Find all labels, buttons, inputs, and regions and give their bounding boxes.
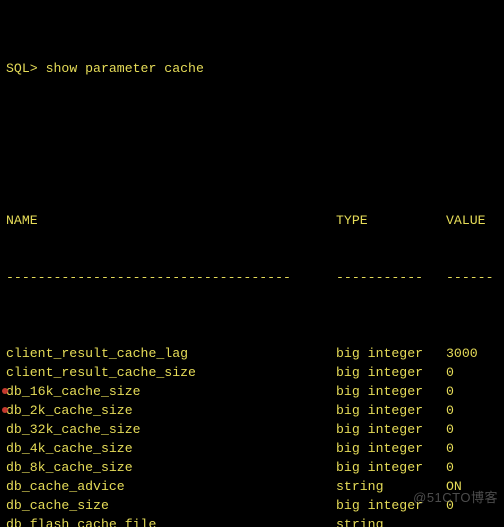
separator-row-1: ------------------------------------ ---…: [6, 268, 498, 287]
header-name: NAME: [6, 211, 336, 230]
header-row-1: NAME TYPE VALUE: [6, 211, 498, 230]
param-value: 0: [446, 401, 454, 420]
param-value: 0: [446, 363, 454, 382]
param-type: big integer: [336, 439, 446, 458]
table-row: db_flash_cache_filestring: [6, 515, 498, 527]
param-name: client_result_cache_lag: [6, 344, 336, 363]
param-type: big integer: [336, 363, 446, 382]
watermark: @51CTO博客: [413, 488, 498, 507]
param-type: big integer: [336, 382, 446, 401]
param-name: db_flash_cache_file: [6, 515, 336, 527]
sep-type: -----------: [336, 268, 446, 287]
sep-name: ------------------------------------: [6, 268, 336, 287]
param-name: db_cache_advice: [6, 477, 336, 496]
param-type: big integer: [336, 401, 446, 420]
header-type: TYPE: [336, 211, 446, 230]
sep-value: ------: [446, 268, 493, 287]
table-row: db_4k_cache_sizebig integer0: [6, 439, 498, 458]
param-name: db_cache_size: [6, 496, 336, 515]
terminal[interactable]: SQL> show parameter cache NAME TYPE VALU…: [0, 0, 504, 527]
param-name: db_2k_cache_size: [6, 401, 336, 420]
param-name: db_4k_cache_size: [6, 439, 336, 458]
param-type: big integer: [336, 458, 446, 477]
table-row: client_result_cache_sizebig integer0: [6, 363, 498, 382]
breakpoint-indicator-icon: [2, 407, 8, 413]
param-name: db_16k_cache_size: [6, 382, 336, 401]
param-value: 0: [446, 458, 454, 477]
header-value: VALUE: [446, 211, 486, 230]
param-name: db_8k_cache_size: [6, 458, 336, 477]
sql-prompt: SQL>: [6, 61, 46, 76]
param-type: big integer: [336, 344, 446, 363]
table-row: db_16k_cache_sizebig integer0: [6, 382, 498, 401]
param-value: 3000: [446, 344, 478, 363]
param-name: db_32k_cache_size: [6, 420, 336, 439]
param-value: 0: [446, 420, 454, 439]
param-type: big integer: [336, 420, 446, 439]
entered-command: show parameter cache: [46, 61, 204, 76]
breakpoint-indicator-icon: [2, 388, 8, 394]
param-name: client_result_cache_size: [6, 363, 336, 382]
param-value: 0: [446, 439, 454, 458]
table-row: db_8k_cache_sizebig integer0: [6, 458, 498, 477]
blank-line: [6, 135, 498, 154]
param-type: string: [336, 515, 446, 527]
param-value: 0: [446, 382, 454, 401]
command-line: SQL> show parameter cache: [6, 59, 498, 78]
table-row: db_2k_cache_sizebig integer0: [6, 401, 498, 420]
table-row: db_32k_cache_sizebig integer0: [6, 420, 498, 439]
table-row: client_result_cache_lagbig integer3000: [6, 344, 498, 363]
